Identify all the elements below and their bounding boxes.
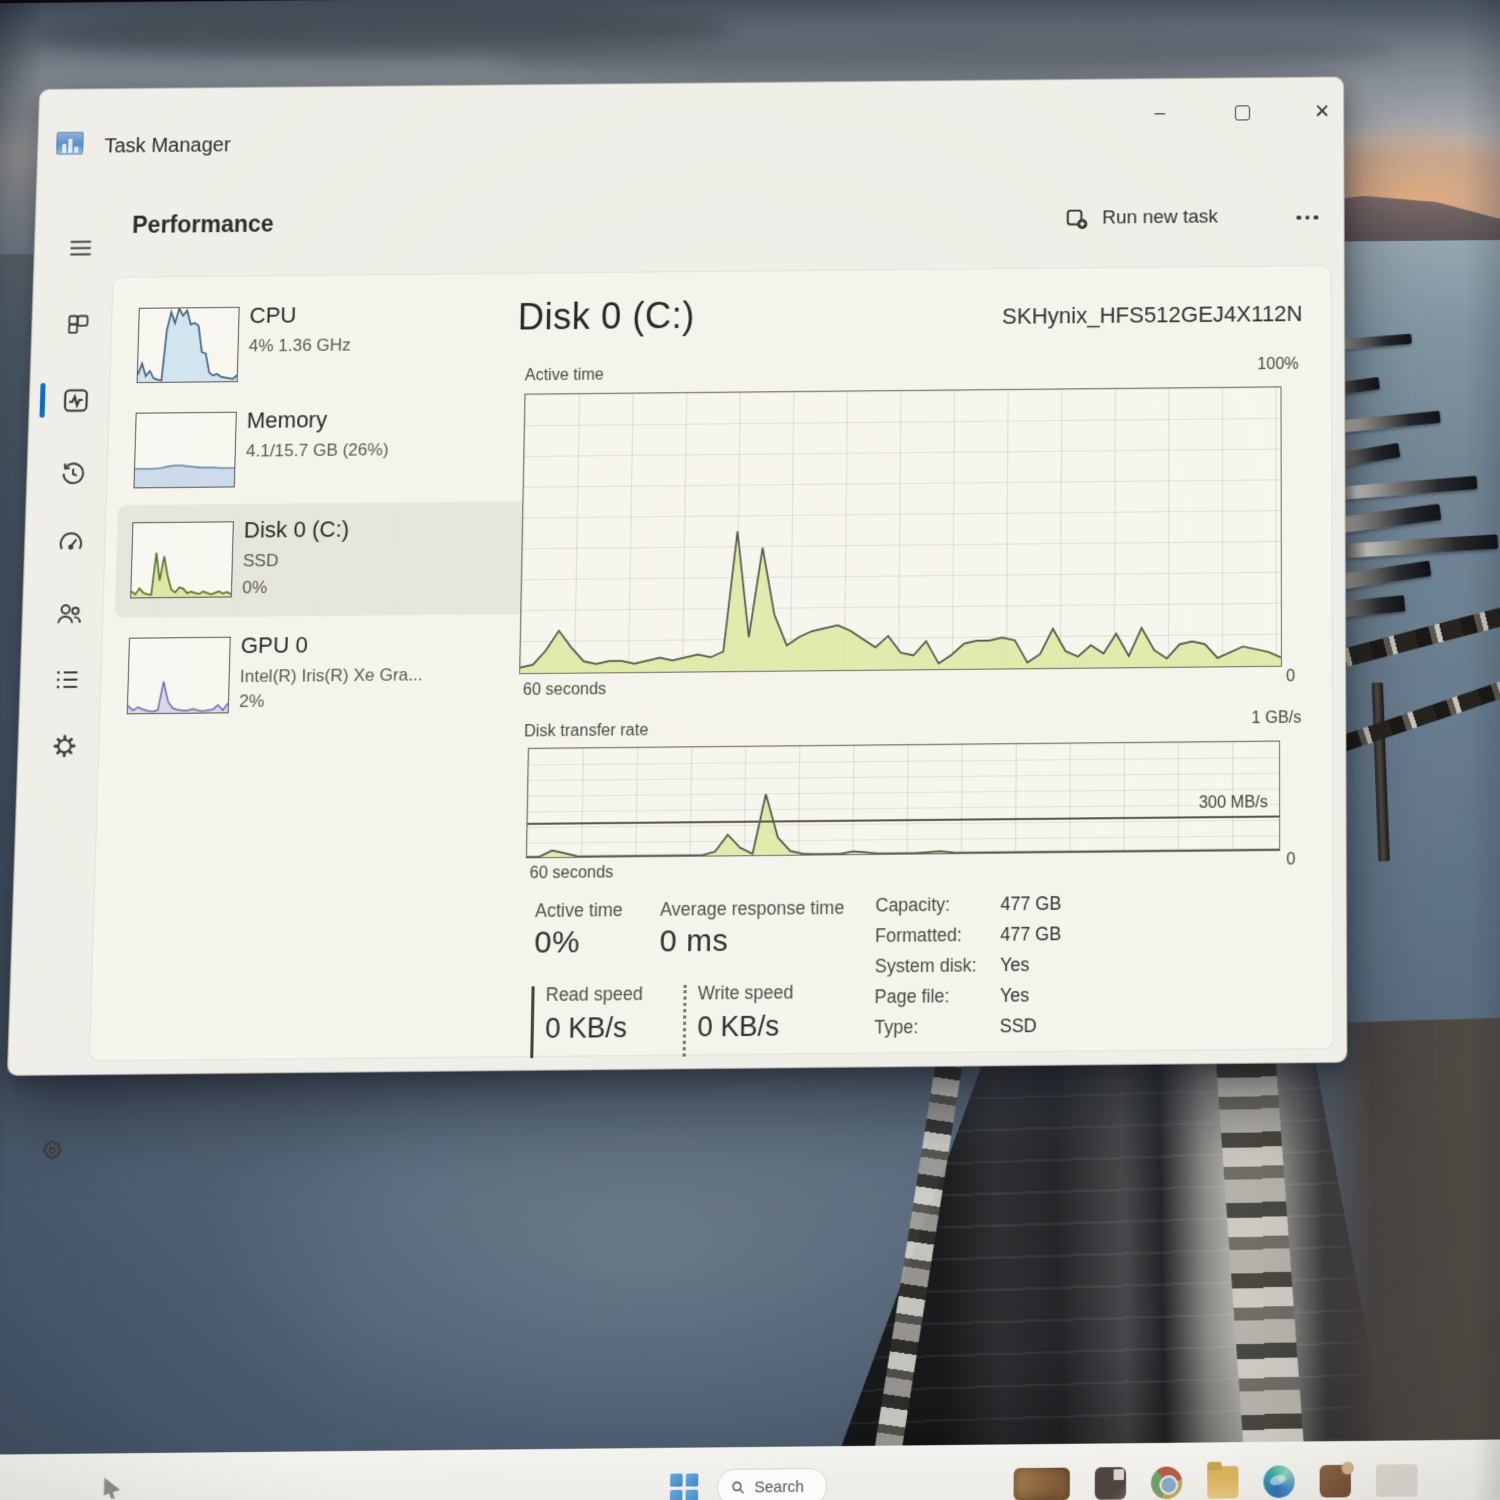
selected-indicator (39, 383, 45, 418)
disk-mini-chart (130, 521, 234, 598)
partial-app-icon[interactable] (1376, 1464, 1418, 1497)
perf-item-gpu[interactable]: GPU 0 Intel(R) Iris(R) Xe Gra... 2% (112, 621, 530, 735)
system-disk-label: System disk: (875, 954, 998, 977)
page-title: Performance (132, 210, 274, 239)
write-speed-label: Write speed (698, 982, 794, 1005)
transfer-rate-chart-label: Disk transfer rate (524, 722, 649, 742)
sidebar-item-startup-apps[interactable] (53, 526, 89, 561)
perf-item-detail: 4% 1.36 GHz (248, 335, 351, 356)
avg-response-stat-label: Average response time (660, 897, 844, 921)
active-time-chart-label: Active time (525, 366, 604, 385)
formatted-label: Formatted: (875, 924, 998, 947)
page-file-value: Yes (1000, 985, 1029, 1007)
transfer-rate-chart: 300 MB/s (526, 740, 1280, 858)
disk-title: Disk 0 (C:) (517, 294, 695, 338)
page-file-label: Page file: (874, 985, 997, 1008)
run-new-task-icon (1064, 206, 1090, 233)
read-speed-legend-bar (530, 986, 534, 1058)
sidebar-item-performance[interactable] (58, 383, 93, 418)
perf-item-name: Disk 0 (C:) (243, 516, 349, 544)
cpu-mini-chart (137, 307, 240, 383)
photo-of-laptop-screen: Search Task Manager – ✕ (0, 0, 1500, 1500)
pier-right-shadow (1309, 1017, 1500, 1500)
sidebar-item-services[interactable] (47, 728, 83, 764)
performance-card: CPU 4% 1.36 GHz Memory 4.1/15.7 GB (26%)… (89, 265, 1334, 1062)
avg-response-stat-value: 0 ms (659, 923, 728, 959)
transfer-rate-ymax: 1 GB/s (1252, 709, 1302, 728)
formatted-value: 477 GB (1000, 923, 1061, 946)
memory-mini-chart (133, 412, 236, 489)
perf-item-detail: 4.1/15.7 GB (26%) (246, 440, 389, 462)
settings-gear-icon[interactable] (34, 1132, 70, 1168)
perf-item-name: CPU (249, 302, 297, 329)
transfer-rate-x-left: 60 seconds (529, 864, 613, 884)
browser-icon[interactable] (1151, 1466, 1182, 1499)
perf-item-memory[interactable]: Memory 4.1/15.7 GB (26%) (119, 397, 535, 503)
perf-item-disk[interactable]: Disk 0 (C:) SSD 0% (115, 502, 532, 617)
titlebar: Task Manager – ✕ (37, 77, 1343, 174)
gpu-mini-chart (127, 637, 231, 715)
wooden-pier (774, 1017, 1500, 1500)
maximize-button[interactable] (1219, 94, 1265, 131)
start-button[interactable] (670, 1473, 699, 1500)
taskbar-app-icons (1014, 1462, 1418, 1500)
file-explorer-icon[interactable] (1207, 1466, 1238, 1499)
read-speed-label: Read speed (546, 983, 643, 1006)
read-speed-block: Read speed 0 KB/s (530, 983, 685, 1058)
active-time-chart (519, 386, 1282, 674)
sidebar-item-app-history[interactable] (55, 456, 91, 491)
close-button[interactable]: ✕ (1299, 93, 1345, 130)
perf-item-detail: Intel(R) Iris(R) Xe Gra... (240, 665, 423, 688)
laptop-screen: Search Task Manager – ✕ (0, 0, 1500, 1500)
more-options-button[interactable] (1279, 198, 1335, 237)
sidebar-item-processes[interactable] (60, 307, 95, 342)
active-time-ymax: 100% (1257, 356, 1298, 375)
perf-item-detail: SSD (243, 551, 279, 572)
perf-item-detail2: 0% (242, 578, 268, 599)
system-disk-value: Yes (1000, 954, 1029, 976)
capacity-value: 477 GB (1000, 893, 1061, 916)
read-speed-value: 0 KB/s (545, 1012, 627, 1046)
hamburger-menu-icon[interactable] (63, 230, 98, 265)
store-app-icon[interactable] (1320, 1465, 1351, 1498)
active-time-stat-label: Active time (535, 899, 623, 922)
write-speed-block: Write speed 0 KB/s (683, 981, 838, 1056)
type-label: Type: (874, 1016, 998, 1039)
minimize-button[interactable]: – (1137, 95, 1183, 132)
edge-icon[interactable] (1263, 1465, 1294, 1498)
search-label: Search (754, 1477, 804, 1496)
window-title: Task Manager (104, 134, 231, 158)
sidebar-item-details[interactable] (49, 662, 85, 698)
sidebar-item-users[interactable] (51, 596, 87, 631)
type-value: SSD (1000, 1015, 1037, 1038)
search-icon (730, 1479, 746, 1495)
widgets-icon[interactable] (1014, 1468, 1070, 1500)
disk-device-model: SKHynix_HFS512GEJ4X112N (1002, 301, 1303, 330)
transfer-rate-x-right: 0 (1286, 851, 1295, 870)
active-time-x-left: 60 seconds (523, 681, 607, 700)
write-speed-legend-bar (683, 985, 687, 1057)
active-time-stat-value: 0% (534, 925, 580, 961)
perf-item-name: GPU 0 (240, 632, 308, 660)
active-time-x-right: 0 (1286, 668, 1295, 687)
search-box[interactable]: Search (717, 1468, 828, 1500)
task-manager-app-icon (56, 132, 84, 155)
run-new-task-button[interactable]: Run new task (1058, 195, 1224, 241)
capacity-label: Capacity: (875, 894, 998, 917)
perf-item-name: Memory (246, 407, 327, 434)
page-header: Performance Run new task (35, 194, 1344, 255)
run-new-task-label: Run new task (1102, 206, 1218, 229)
write-speed-value: 0 KB/s (697, 1010, 779, 1044)
task-manager-window: Task Manager – ✕ Performance Run new tas… (7, 76, 1348, 1076)
perf-item-detail2: 2% (239, 691, 265, 712)
reference-line-label: 300 MB/s (1196, 793, 1271, 813)
notes-app-icon[interactable] (1095, 1467, 1126, 1500)
perf-item-cpu[interactable]: CPU 4% 1.36 GHz (122, 292, 536, 398)
